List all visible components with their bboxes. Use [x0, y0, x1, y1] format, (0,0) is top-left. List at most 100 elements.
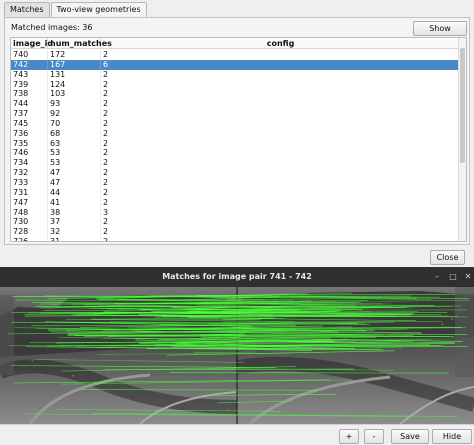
window-title: Matches for image pair 741 - 742: [162, 272, 312, 281]
cell-config: 2: [103, 227, 109, 237]
table-row[interactable]: 744 93 2: [11, 99, 460, 110]
cell-image-id: 728: [11, 227, 48, 238]
cell-image-id: 743: [11, 69, 48, 80]
table-row[interactable]: 740 172 2: [11, 50, 460, 60]
cell-image-id: 736: [11, 128, 48, 139]
close-button[interactable]: Close: [430, 250, 465, 265]
cell-num-matches: 47: [48, 168, 101, 178]
keypoint-marker: [72, 374, 74, 377]
column-header-image-id[interactable]: image_id: [11, 38, 53, 49]
cell-config: 2: [103, 217, 109, 227]
match-viewer-window: Matches for image pair 741 - 742 – □ ✕ +…: [0, 267, 474, 445]
cell-config: 2: [103, 118, 109, 128]
zoom-out-button[interactable]: -: [364, 429, 384, 444]
cell-num-matches: 68: [48, 128, 101, 139]
cell-config: 2: [103, 79, 109, 89]
table-row[interactable]: 728 32 2: [11, 227, 460, 238]
table-row[interactable]: 731 44 2: [11, 187, 460, 198]
hide-matches-button[interactable]: Hide matches: [432, 429, 472, 444]
cell-num-matches: 47: [48, 177, 101, 188]
cell-config: 2: [103, 138, 109, 148]
table-row[interactable]: 742 167 6: [11, 59, 460, 70]
cell-image-id: 745: [11, 118, 48, 129]
zoom-in-button[interactable]: +: [339, 429, 359, 444]
column-header-num-matches[interactable]: num_matches: [48, 38, 112, 49]
cell-num-matches: 31: [48, 237, 101, 241]
match-visualization: [0, 287, 474, 424]
cell-config: 2: [103, 99, 109, 109]
cell-num-matches: 63: [48, 138, 101, 149]
cell-config: 2: [103, 158, 109, 168]
cell-image-id: 738: [11, 89, 48, 100]
cell-num-matches: 70: [48, 118, 101, 129]
cell-num-matches: 167: [48, 59, 101, 70]
table-row[interactable]: 734 53 2: [11, 158, 460, 169]
cell-config: 2: [103, 89, 109, 99]
cell-config: 2: [103, 148, 109, 158]
two-view-geometries-pane: Matched images: 36 Show matches image_id…: [4, 17, 470, 245]
table-row[interactable]: 736 68 2: [11, 128, 460, 139]
cell-num-matches: 124: [48, 79, 101, 90]
cell-image-id: 734: [11, 158, 48, 169]
column-header-config[interactable]: config: [101, 38, 460, 49]
cell-num-matches: 93: [48, 99, 101, 110]
matched-images-count: Matched images: 36: [11, 23, 93, 32]
table-row[interactable]: 745 70 2: [11, 118, 460, 129]
table-body: 740 172 2 742 167 6 743 131 2 739 124 2 738 103 2 744 93…: [11, 50, 460, 241]
cell-image-id: 726: [11, 237, 48, 241]
cell-config: 2: [103, 69, 109, 79]
keypoint-marker: [8, 404, 11, 407]
show-matches-button[interactable]: Show matches: [413, 21, 467, 46]
minimize-icon[interactable]: –: [431, 270, 443, 283]
tab-two-view-geometries[interactable]: Two-view geometries: [50, 2, 147, 18]
table-row[interactable]: 733 47 2: [11, 177, 460, 188]
cell-image-id: 731: [11, 187, 48, 198]
keypoint-marker: [48, 313, 51, 316]
window-titlebar[interactable]: Matches for image pair 741 - 742 – □ ✕: [0, 267, 474, 287]
table-vertical-scrollbar[interactable]: [458, 38, 466, 241]
keypoint-marker: [451, 318, 454, 320]
cell-image-id: 739: [11, 79, 48, 90]
cell-num-matches: 53: [48, 158, 101, 169]
cell-image-id: 732: [11, 168, 48, 178]
cell-image-id: 746: [11, 148, 48, 159]
keypoint-marker: [138, 329, 140, 332]
cell-num-matches: 131: [48, 69, 101, 80]
keypoint-marker: [384, 334, 387, 336]
cell-image-id: 740: [11, 50, 48, 60]
cell-image-id: 747: [11, 197, 48, 208]
cell-config: 2: [103, 128, 109, 138]
keypoint-marker: [379, 370, 382, 373]
table-row[interactable]: 735 63 2: [11, 138, 460, 149]
cell-image-id: 730: [11, 217, 48, 228]
cell-image-id: 735: [11, 138, 48, 149]
viewer-toolbar: + - Save image Hide matches: [0, 424, 474, 445]
table-row[interactable]: 747 41 2: [11, 197, 460, 208]
table-row[interactable]: 739 124 2: [11, 79, 460, 90]
save-image-button[interactable]: Save image: [391, 429, 429, 444]
table-header: image_id num_matches config: [11, 38, 460, 49]
match-image-view[interactable]: [0, 287, 474, 424]
table-row[interactable]: 726 31 2: [11, 237, 460, 241]
table-row[interactable]: 743 131 2: [11, 69, 460, 80]
table-row[interactable]: 737 92 2: [11, 109, 460, 119]
cell-image-id: 748: [11, 207, 48, 218]
table-row[interactable]: 732 47 2: [11, 168, 460, 178]
table-row[interactable]: 730 37 2: [11, 217, 460, 228]
table-row[interactable]: 748 38 3: [11, 207, 460, 218]
cell-config: 2: [103, 50, 109, 59]
cell-image-id: 733: [11, 177, 48, 188]
table-row[interactable]: 738 103 2: [11, 89, 460, 100]
tab-bar: Matches Two-view geometries: [4, 2, 148, 18]
cell-config: 2: [103, 197, 109, 207]
cell-num-matches: 41: [48, 197, 101, 208]
cell-num-matches: 53: [48, 148, 101, 159]
maximize-icon[interactable]: □: [447, 270, 459, 283]
table-row[interactable]: 746 53 2: [11, 148, 460, 159]
tab-matches[interactable]: Matches: [4, 2, 50, 17]
keypoint-marker: [31, 359, 34, 362]
close-icon[interactable]: ✕: [462, 270, 474, 283]
scrollbar-thumb[interactable]: [460, 48, 465, 163]
cell-image-id: 737: [11, 109, 48, 119]
cell-num-matches: 92: [48, 109, 101, 119]
